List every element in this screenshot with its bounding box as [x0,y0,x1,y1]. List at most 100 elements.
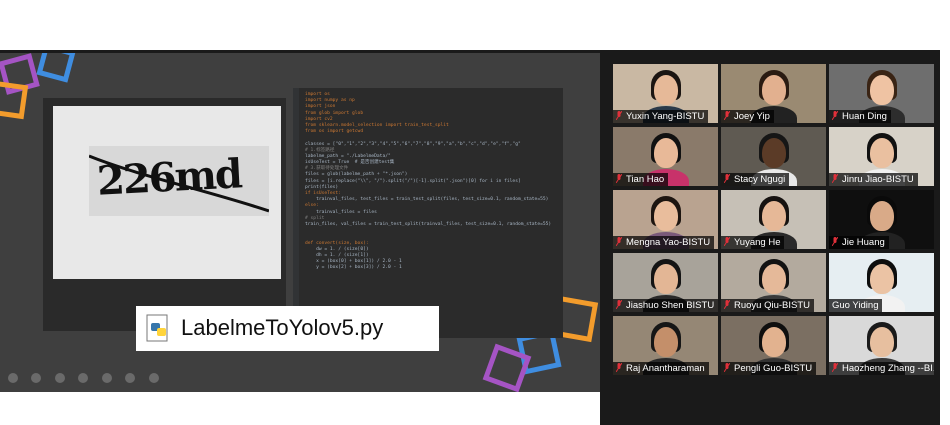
person-face [870,201,894,231]
muted-mic-icon [616,363,622,372]
person-face [762,75,786,105]
grid-icon[interactable] [78,372,89,383]
participant-tile[interactable]: Guo Yiding [829,253,934,312]
participant-tile[interactable]: Pengli Guo-BISTU [721,316,826,375]
person-face [870,327,894,357]
deco-square [36,53,76,83]
participant-name-tag: Raj Anantharaman [613,362,709,375]
participant-tile[interactable]: Raj Anantharaman [613,316,718,375]
next-icon[interactable] [31,372,42,383]
participant-name: Ruoyu Qiu-BISTU [734,300,811,311]
participant-name-tag: Huan Ding [829,110,891,123]
participant-name: Jinru Jiao-BISTU [842,174,914,185]
file-label-box: LabelmeToYolov5.py [136,306,439,351]
pen-icon[interactable] [54,372,65,383]
bottom-area [0,392,600,425]
video-icon[interactable] [101,372,112,383]
participant-name-tag: Jie Huang [829,236,889,249]
participant-name-tag: Jinru Jiao-BISTU [829,173,918,186]
top-bar [0,0,950,50]
participant-tile[interactable]: Jinru Jiao-BISTU [829,127,934,186]
participant-name: Joey Yip [734,111,770,122]
participant-tile[interactable]: Mengna Yao-BISTU [613,190,718,249]
participant-name: Mengna Yao-BISTU [626,237,711,248]
screen-photo: 226md [43,98,286,331]
muted-mic-icon [616,174,622,183]
previous-icon[interactable] [8,372,18,383]
muted-mic-icon [832,363,838,372]
muted-mic-icon [616,300,622,309]
person-face [762,201,786,231]
code-editor: import os import numpy as np import json fr… [293,88,563,338]
participant-tile[interactable]: Tian Hao [613,127,718,186]
participant-tile[interactable]: Yuyang He [721,190,826,249]
person-face [654,327,678,357]
code-line: train_files, val_files = train_test_spli… [305,221,552,227]
participant-tile[interactable]: Joey Yip [721,64,826,123]
person-face [654,201,678,231]
participant-name: Pengli Guo-BISTU [734,363,813,374]
muted-mic-icon [832,237,838,246]
code-line: files = [i.replace("\\", "/").split("/")… [305,178,521,184]
participant-name: Stacy Ngugi [734,174,786,185]
muted-mic-icon [724,174,730,183]
code-line: y = (box[2] + box[3]) / 2.0 - 1 [305,265,402,271]
participant-name: Jiashuo Shen BISTU [626,300,715,311]
person-face [870,138,894,168]
person-face [654,138,678,168]
muted-mic-icon [724,237,730,246]
file-label: LabelmeToYolov5.py [181,315,384,340]
person-face [654,264,678,294]
captcha-text: 226md [95,150,242,205]
muted-mic-icon [832,111,838,120]
participant-name: Yuyang He [734,237,781,248]
participant-name: Jie Huang [842,237,885,248]
captcha-image: 226md [89,146,269,216]
muted-mic-icon [724,363,730,372]
participant-tile[interactable]: Stacy Ngugi [721,127,826,186]
more-icon[interactable] [148,372,159,383]
python-file-icon [146,314,168,342]
participant-name: Tian Hao [626,174,665,185]
participant-name-tag: Haozheng Zhang --BI... [829,362,934,375]
participant-name-tag: Yuyang He [721,236,785,249]
participant-name-tag: Guo Yiding [829,299,883,312]
code-line: classes = ["0","1","2","3","4","5","6","… [305,141,521,147]
code-line: trainval_files, test_files = train_test_… [305,197,549,203]
participant-tile[interactable]: Jie Huang [829,190,934,249]
muted-mic-icon [616,111,622,120]
participant-tile[interactable]: Yuxin Yang-BISTU [613,64,718,123]
muted-mic-icon [724,111,730,120]
subtitles-icon[interactable] [125,372,136,383]
participant-tile[interactable]: Ruoyu Qiu-BISTU [721,253,826,312]
participant-name: Guo Yiding [832,300,879,311]
person-face [762,138,786,168]
participant-name: Yuxin Yang-BISTU [626,111,705,122]
photo-monitor: 226md [53,106,281,279]
participant-tile[interactable]: Haozheng Zhang --BI... [829,316,934,375]
participant-name-tag: Jiashuo Shen BISTU [613,299,718,312]
person-face [870,264,894,294]
participant-name: Raj Anantharaman [626,363,705,374]
participant-name-tag: Yuxin Yang-BISTU [613,110,709,123]
participant-name-tag: Tian Hao [613,173,669,186]
muted-mic-icon [616,237,622,246]
participant-name: Haozheng Zhang --BI... [842,363,934,374]
shared-screen: 226md import os import numpy as np import … [0,53,600,392]
slide-controls [8,369,168,383]
person-face [762,264,786,294]
participant-tile[interactable]: Huan Ding [829,64,934,123]
participant-name-tag: Ruoyu Qiu-BISTU [721,299,815,312]
person-face [762,327,786,357]
participant-name-tag: Stacy Ngugi [721,173,790,186]
person-face [870,75,894,105]
muted-mic-icon [832,174,838,183]
participant-tile[interactable]: Jiashuo Shen BISTU [613,253,718,312]
participant-name-tag: Pengli Guo-BISTU [721,362,817,375]
participant-name-tag: Mengna Yao-BISTU [613,236,715,249]
participant-name-tag: Joey Yip [721,110,774,123]
participant-name: Huan Ding [842,111,887,122]
deco-square [0,80,29,120]
code-lines: import os import numpy as np import json fr… [305,92,559,271]
window-edge [940,0,950,425]
